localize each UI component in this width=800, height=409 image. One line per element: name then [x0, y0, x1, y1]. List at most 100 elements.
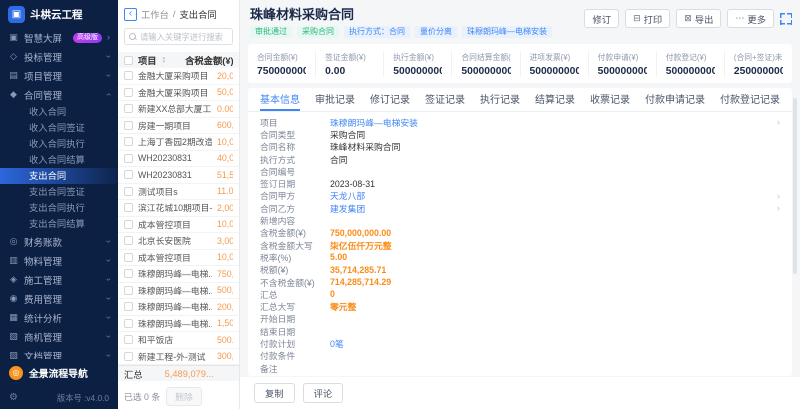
sidebar-menu-item[interactable]: ◆ 合同管理 ›: [0, 85, 118, 104]
sidebar-menu-item[interactable]: ▣ 智慧大屏 高级版 ›: [0, 28, 118, 47]
sidebar-submenu-item[interactable]: 收入合同: [0, 104, 118, 120]
row-checkbox[interactable]: [124, 154, 133, 163]
row-checkbox[interactable]: [124, 187, 133, 196]
panorama-flow-nav[interactable]: ◎ 全景流程导航: [0, 359, 118, 386]
project-amount: 600,000.0...: [217, 120, 233, 130]
tab[interactable]: 基本信息: [260, 88, 300, 111]
list-item[interactable]: 新建XX总部大厦工... 0.00: [118, 101, 239, 118]
search-input[interactable]: 请输入关键字进行搜索: [124, 28, 233, 45]
sidebar-menu-item[interactable]: ◎ 财务账款 ›: [0, 232, 118, 251]
list-item[interactable]: 珠穆朗玛峰—电梯... 500,000,0...: [118, 283, 239, 300]
list-item[interactable]: 珠穆朗玛峰—电梯... 1,500,000...: [118, 316, 239, 333]
tab[interactable]: 签证记录: [425, 88, 465, 111]
list-item[interactable]: WH20230831 40,000.00: [118, 151, 239, 168]
back-button[interactable]: ‹: [124, 8, 137, 21]
summary-metric-value: 500000000.00: [666, 66, 715, 77]
detail-field-row: 付款计划 0笔 ›: [260, 337, 780, 349]
detail-field-row: 合同甲方 天龙八部 ›: [260, 190, 780, 202]
sidebar-submenu-item[interactable]: 收入合同结算: [0, 152, 118, 168]
field-value: 2023-08-31: [330, 179, 780, 189]
chevron-right-icon[interactable]: ›: [777, 203, 780, 213]
action-button[interactable]: 复制: [254, 383, 295, 403]
row-checkbox[interactable]: [124, 203, 133, 212]
status-badge: 执行方式：合同: [344, 26, 410, 38]
chevron-right-icon[interactable]: ›: [777, 117, 780, 127]
fullscreen-icon[interactable]: [780, 13, 792, 25]
sidebar-menu-item[interactable]: ◉ 费用管理 ›: [0, 289, 118, 308]
selected-count: 已选 0 条: [124, 390, 160, 403]
list-item[interactable]: 成本管控项目 10,001.00: [118, 250, 239, 267]
list-item[interactable]: 新建工程-外-测试 300,000.0...: [118, 349, 239, 366]
page-scrollbar[interactable]: [793, 98, 797, 274]
tab[interactable]: 修订记录: [370, 88, 410, 111]
sidebar-menu-item[interactable]: ▤ 项目管理 ›: [0, 66, 118, 85]
list-item[interactable]: WH20230831 51,500.00: [118, 167, 239, 184]
sidebar-submenu-item[interactable]: 支出合同结算: [0, 216, 118, 232]
row-checkbox[interactable]: [124, 269, 133, 278]
row-checkbox[interactable]: [124, 104, 133, 113]
detail-field-row: 合同类型 采购合同 ›: [260, 128, 780, 140]
contract-list: 金融大厦采购项目 20,000.00 金融大厦采购项目 50,000.00 新建…: [118, 68, 239, 365]
tab[interactable]: 结算记录: [535, 88, 575, 111]
list-item[interactable]: 上海丁香园2期改造... 10,000.00: [118, 134, 239, 151]
sidebar-submenu-item[interactable]: 支出合同签证: [0, 184, 118, 200]
sidebar-submenu-item[interactable]: 收入合同执行: [0, 136, 118, 152]
row-checkbox[interactable]: [124, 137, 133, 146]
sort-icon[interactable]: ▲▼: [162, 56, 166, 64]
sidebar-menu-item[interactable]: ▦ 统计分析 ›: [0, 308, 118, 327]
row-checkbox[interactable]: [124, 302, 133, 311]
list-item[interactable]: 滨江花城10期项目-... 2,000.00: [118, 200, 239, 217]
sidebar-menu-item[interactable]: ▥ 物料管理 ›: [0, 251, 118, 270]
sidebar-submenu-item[interactable]: 支出合同: [0, 168, 118, 184]
list-item[interactable]: 和平饭店 500.00: [118, 332, 239, 349]
tab[interactable]: 付款申请记录: [645, 88, 705, 111]
list-item[interactable]: 珠穆朗玛峰—电梯... 200,000,0...: [118, 299, 239, 316]
tab[interactable]: 收票记录: [590, 88, 630, 111]
row-checkbox[interactable]: [124, 220, 133, 229]
row-checkbox[interactable]: [124, 319, 133, 328]
field-value: 建发集团: [330, 202, 780, 215]
select-all-checkbox[interactable]: [124, 56, 133, 65]
row-checkbox[interactable]: [124, 253, 133, 262]
chevron-right-icon[interactable]: ›: [777, 191, 780, 201]
summary-metric-value: 250000000.00: [734, 66, 783, 77]
row-checkbox[interactable]: [124, 88, 133, 97]
list-item[interactable]: 珠穆朗玛峰—电梯... 750,000,0...: [118, 266, 239, 283]
list-item[interactable]: 金融大厦采购项目 50,000.00: [118, 85, 239, 102]
status-badge: 采购合同: [297, 26, 339, 38]
sidebar-menu-item[interactable]: ◈ 施工管理 ›: [0, 270, 118, 289]
toolbar-button[interactable]: 修订: [584, 9, 619, 28]
list-item[interactable]: 北京长安医院 3,000.00: [118, 233, 239, 250]
toolbar-button[interactable]: ⋯ 更多: [727, 9, 774, 28]
tab[interactable]: 审批记录: [315, 88, 355, 111]
tab[interactable]: 付款登记记录: [720, 88, 780, 111]
row-checkbox[interactable]: [124, 121, 133, 130]
list-item[interactable]: 金融大厦采购项目 20,000.00: [118, 68, 239, 85]
gear-icon[interactable]: ⚙: [9, 392, 18, 403]
list-item[interactable]: 房建一期项目 600,000.0...: [118, 118, 239, 135]
action-button[interactable]: 评论: [303, 383, 344, 403]
contract-detail-panel: 珠峰材料采购合同 审批通过采购合同执行方式：合同量价分离珠穆朗玛峰—电梯安装 修…: [240, 0, 800, 409]
detail-field-row: 税额(¥) 35,714,285.71 ›: [260, 264, 780, 276]
row-checkbox[interactable]: [124, 71, 133, 80]
breadcrumb-root[interactable]: 工作台: [141, 7, 169, 21]
delete-button[interactable]: 删除: [166, 387, 202, 406]
sidebar-menu-item[interactable]: ▧ 商机管理 ›: [0, 327, 118, 346]
row-checkbox[interactable]: [124, 286, 133, 295]
row-checkbox[interactable]: [124, 335, 133, 344]
column-project[interactable]: 项目: [138, 53, 157, 67]
row-checkbox[interactable]: [124, 352, 133, 361]
toolbar-button[interactable]: ⊠ 导出: [676, 9, 721, 28]
sidebar-submenu-item[interactable]: 收入合同签证: [0, 120, 118, 136]
list-item[interactable]: 成本管控项目 10,000.00: [118, 217, 239, 234]
project-name: 金融大厦采购项目: [138, 86, 212, 99]
sidebar-submenu-item[interactable]: 支出合同执行: [0, 200, 118, 216]
field-label: 合同名称: [260, 140, 330, 153]
row-checkbox[interactable]: [124, 236, 133, 245]
toolbar-button[interactable]: ⊟ 打印: [625, 9, 670, 28]
tab[interactable]: 执行记录: [480, 88, 520, 111]
row-checkbox[interactable]: [124, 170, 133, 179]
menu-icon: ▤: [8, 70, 19, 81]
list-item[interactable]: 测试项目s 11.00: [118, 184, 239, 201]
sidebar-menu-item[interactable]: ◇ 投标管理 ›: [0, 47, 118, 66]
